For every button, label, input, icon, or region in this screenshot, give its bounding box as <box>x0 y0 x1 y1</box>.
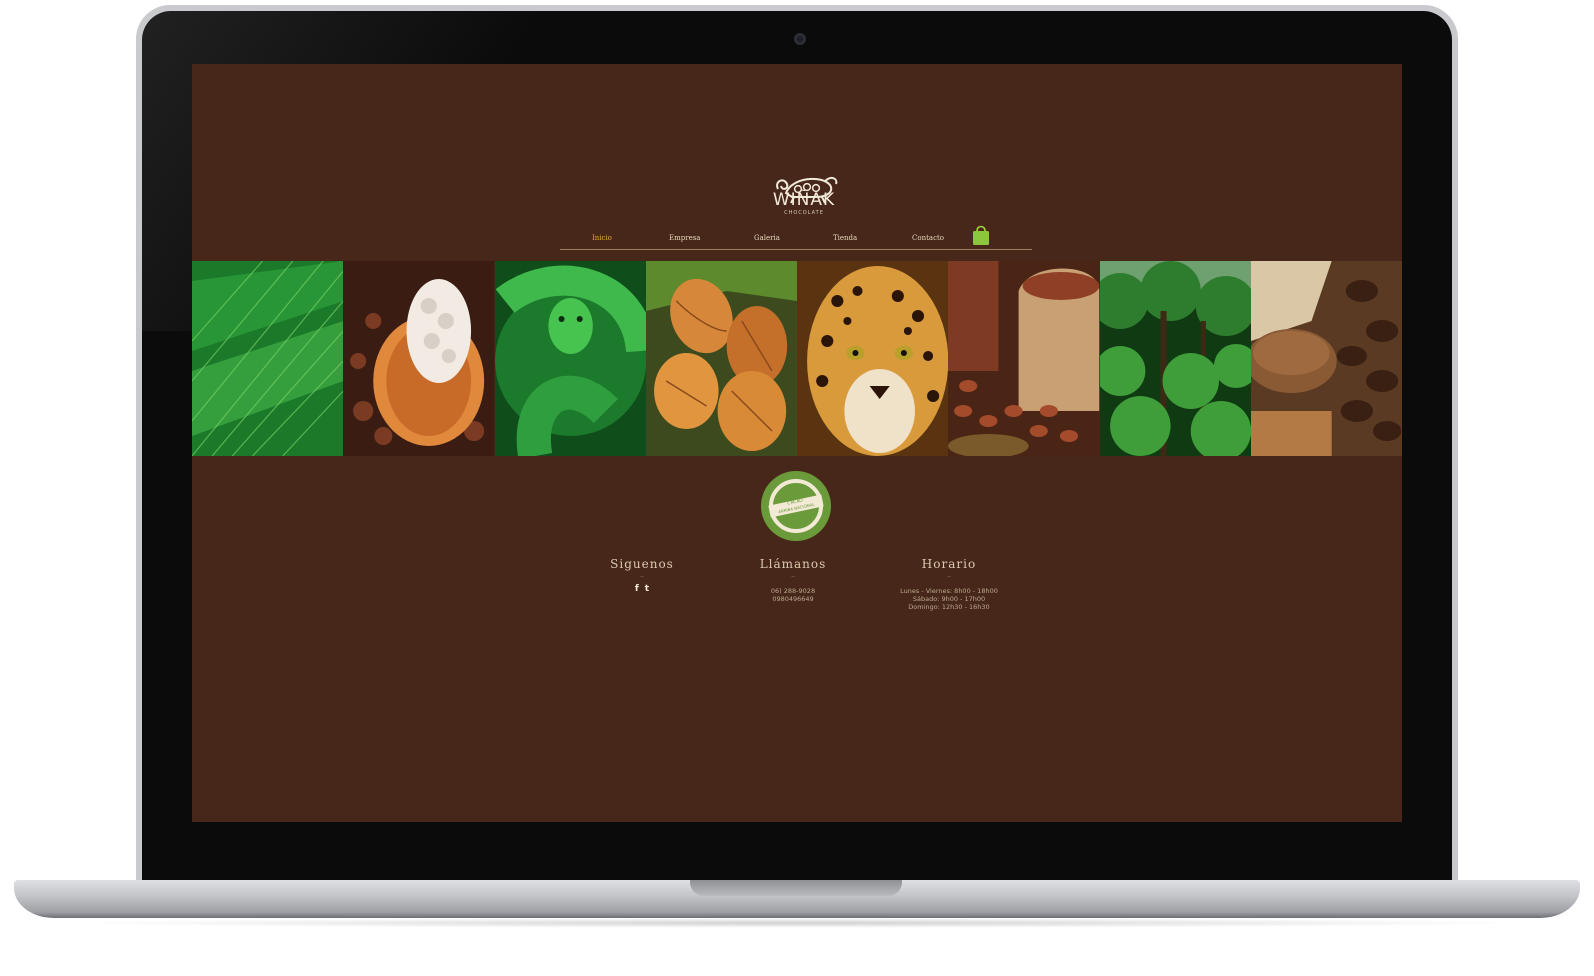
hours-sunday: Domingo: 12h30 - 16h30 <box>908 603 990 611</box>
gallery-tile-cacao-pod[interactable] <box>343 261 495 456</box>
gallery-tile-cacao-sack[interactable] <box>948 261 1100 456</box>
follow-divider: – <box>640 572 644 581</box>
nav-item-contacto[interactable]: Contacto <box>912 234 944 242</box>
nav-item-tienda[interactable]: Tienda <box>833 234 857 242</box>
nav-item-empresa[interactable]: Empresa <box>669 234 700 242</box>
image-strip <box>192 261 1402 456</box>
hours-title: Horario <box>921 557 977 571</box>
cacao-badge-icon: CACAO ARRIBA NACIONAL <box>761 471 831 541</box>
hours-saturday: Sábado: 9h00 - 17h00 <box>912 595 986 603</box>
shopping-bag-icon[interactable] <box>972 224 990 246</box>
footer-call: Llámanos – 06) 288-9028 0980496649 <box>713 557 873 603</box>
nav-underline <box>560 249 1032 250</box>
hours-divider: – <box>947 572 951 581</box>
phone-2[interactable]: 0980496649 <box>713 595 873 603</box>
footer-follow: Siguenos – f t <box>562 557 722 594</box>
phone-1[interactable]: 06) 288-9028 <box>713 587 873 595</box>
call-divider: – <box>791 572 795 581</box>
social-links: f t <box>562 584 722 594</box>
laptop-base-notch <box>690 880 902 896</box>
gallery-tile-rainforest[interactable] <box>1099 261 1251 456</box>
gallery-tile-green-snake[interactable] <box>494 261 646 456</box>
follow-title: Siguenos <box>610 557 674 571</box>
nav-item-galeria[interactable]: Galeria <box>754 234 780 242</box>
hours-weekdays: Lunes - Viernes: 8h00 - 18h00 <box>900 587 998 595</box>
facebook-icon[interactable]: f <box>635 584 639 594</box>
brand-tagline: CHOCOLATE <box>784 210 824 216</box>
call-title: Llámanos <box>759 557 827 571</box>
footer-hours: Horario – Lunes - Viernes: 8h00 - 18h00 … <box>869 557 1029 611</box>
webcam-icon <box>794 33 806 45</box>
gallery-tile-jaguar[interactable] <box>797 261 949 456</box>
twitter-icon[interactable]: t <box>645 584 649 594</box>
gallery-tile-palm-leaf[interactable] <box>192 261 344 456</box>
laptop-shadow <box>60 918 1534 928</box>
gallery-tile-cacao-pods[interactable] <box>645 261 797 456</box>
nav-item-inicio[interactable]: Inicio <box>592 234 612 242</box>
website-screen: WIÑAK CHOCOLATE Inicio Empresa Galeria T… <box>192 64 1402 822</box>
brand-name: WIÑAK <box>772 190 836 210</box>
gallery-tile-cocoa-powder[interactable] <box>1250 261 1402 456</box>
